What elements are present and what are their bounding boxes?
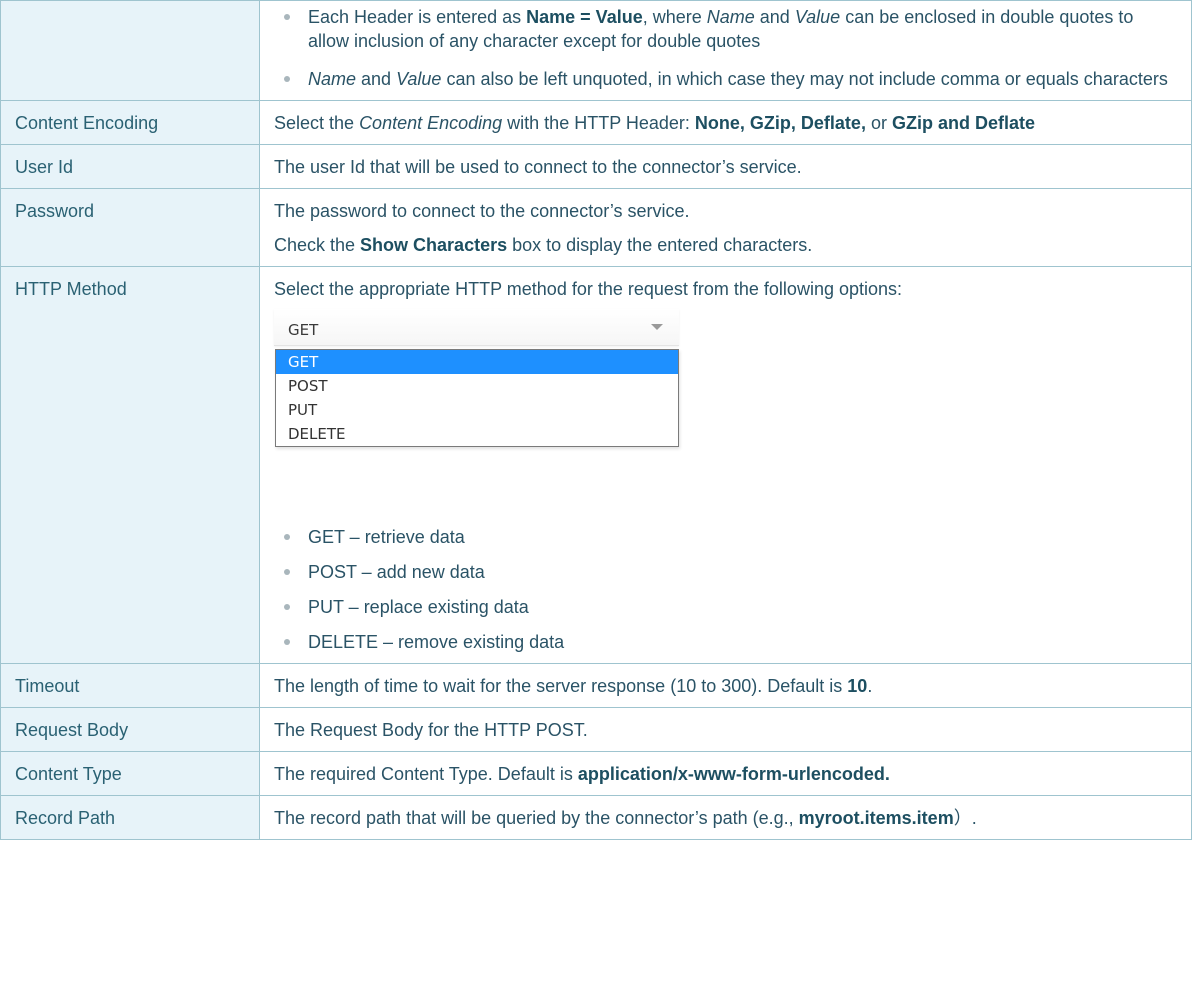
table-row: Content Type The required Content Type. … <box>0 751 1192 796</box>
text: ）. <box>953 808 977 828</box>
table-row: Password The password to connect to the … <box>0 188 1192 267</box>
list-item: Each Header is entered as Name = Value, … <box>274 5 1179 53</box>
bullet-dot-icon <box>284 639 290 645</box>
italic-text: Value <box>396 69 442 89</box>
option-post[interactable]: POST <box>276 374 678 398</box>
chevron-down-icon[interactable] <box>651 324 663 330</box>
property-name-content-encoding: Content Encoding <box>0 100 260 145</box>
text: . <box>867 676 873 696</box>
description-paragraph: Check the Show Characters box to display… <box>274 233 1179 257</box>
text: Select the <box>274 113 360 133</box>
text: and <box>356 69 397 89</box>
italic-text: Name <box>706 7 755 27</box>
text: POST – add new data <box>308 562 485 582</box>
bullet-dot-icon <box>284 14 290 20</box>
table-row: HTTP Method Select the appropriate HTTP … <box>0 266 1192 664</box>
text: The record path that will be queried by … <box>274 808 799 828</box>
property-name-http-method: HTTP Method <box>0 266 260 664</box>
list-item: Name and Value can also be left unquoted… <box>274 67 1179 91</box>
text: The length of time to wait for the serve… <box>274 676 848 696</box>
bullet-dot-icon <box>284 604 290 610</box>
text: DELETE – remove existing data <box>308 632 565 652</box>
table-row: Request Body The Request Body for the HT… <box>0 707 1192 752</box>
http-method-options-list: GET POST PUT DELETE <box>275 349 679 447</box>
property-name-user-id: User Id <box>0 144 260 189</box>
description-paragraph: Select the Content Encoding with the HTT… <box>274 111 1179 135</box>
text: The required Content Type. Default is <box>274 764 578 784</box>
text: GET – retrieve data <box>308 527 465 547</box>
header-format-list: Each Header is entered as Name = Value, … <box>274 5 1179 91</box>
description-paragraph: The Request Body for the HTTP POST. <box>274 720 588 740</box>
properties-table: Each Header is entered as Name = Value, … <box>0 0 1192 840</box>
italic-text: Content Encoding <box>359 113 503 133</box>
bold-text: 10 <box>847 676 868 696</box>
bullet-dot-icon <box>284 569 290 575</box>
property-description-cell: The length of time to wait for the serve… <box>259 663 1192 708</box>
option-get[interactable]: GET <box>276 350 678 374</box>
list-item: POST – add new data <box>274 560 1179 584</box>
bullet-dot-icon <box>284 534 290 540</box>
property-description-cell: The password to connect to the connector… <box>259 188 1192 267</box>
property-description-cell: The user Id that will be used to connect… <box>259 144 1192 189</box>
property-description-cell: Each Header is entered as Name = Value, … <box>259 0 1192 101</box>
property-description-cell: Select the Content Encoding with the HTT… <box>259 100 1192 145</box>
description-paragraph: Select the appropriate HTTP method for t… <box>274 279 903 299</box>
property-description-cell: The required Content Type. Default is ap… <box>259 751 1192 796</box>
bold-text: myroot.items.item <box>798 808 954 828</box>
table-row: User Id The user Id that will be used to… <box>0 144 1192 189</box>
list-item: GET – retrieve data <box>274 525 1179 549</box>
text: Check the <box>274 235 361 255</box>
property-name-request-body: Request Body <box>0 707 260 752</box>
description-paragraph: The password to connect to the connector… <box>274 201 690 221</box>
property-name-password: Password <box>0 188 260 267</box>
text: Each Header is entered as <box>308 7 527 27</box>
property-description-cell: The record path that will be queried by … <box>259 795 1192 840</box>
property-name-timeout: Timeout <box>0 663 260 708</box>
italic-text: Value <box>794 7 841 27</box>
text: with the HTTP Header: <box>502 113 695 133</box>
description-paragraph: The length of time to wait for the serve… <box>274 674 1179 698</box>
table-row: Content Encoding Select the Content Enco… <box>0 100 1192 145</box>
bullet-dot-icon <box>284 76 290 82</box>
description-paragraph: The record path that will be queried by … <box>274 806 1179 830</box>
description-paragraph: The user Id that will be used to connect… <box>274 157 802 177</box>
list-item: PUT – replace existing data <box>274 595 1179 619</box>
list-item: DELETE – remove existing data <box>274 630 1179 654</box>
property-name-content-type: Content Type <box>0 751 260 796</box>
text: or <box>865 113 892 133</box>
bold-text: None, GZip, Deflate, <box>694 113 866 133</box>
text: , where <box>642 7 707 27</box>
option-put[interactable]: PUT <box>276 398 678 422</box>
text: and <box>754 7 795 27</box>
property-name-cell <box>0 0 260 101</box>
bold-text: Show Characters <box>360 235 508 255</box>
table-row: Each Header is entered as Name = Value, … <box>0 0 1192 101</box>
description-paragraph: The required Content Type. Default is ap… <box>274 762 1179 786</box>
property-name-record-path: Record Path <box>0 795 260 840</box>
property-description-cell: Select the appropriate HTTP method for t… <box>259 266 1192 664</box>
bold-text: GZip and Deflate <box>891 113 1035 133</box>
table-row: Record Path The record path that will be… <box>0 795 1192 840</box>
table-row: Timeout The length of time to wait for t… <box>0 663 1192 708</box>
http-method-dropdown-screenshot: GET GET POST PUT DELETE <box>274 309 682 515</box>
http-method-select[interactable]: GET <box>274 309 679 346</box>
property-description-cell: The Request Body for the HTTP POST. <box>259 707 1192 752</box>
text: can also be left unquoted, in which case… <box>441 69 1168 89</box>
italic-text: Name <box>308 69 357 89</box>
text: PUT – replace existing data <box>308 597 529 617</box>
bold-text: application/x-www-form-urlencoded. <box>577 764 890 784</box>
http-method-list: GET – retrieve data POST – add new data … <box>274 525 1179 654</box>
bold-text: Name = Value <box>526 7 643 27</box>
text: box to display the entered characters. <box>507 235 813 255</box>
option-delete[interactable]: DELETE <box>276 422 678 446</box>
select-value: GET <box>288 321 319 339</box>
